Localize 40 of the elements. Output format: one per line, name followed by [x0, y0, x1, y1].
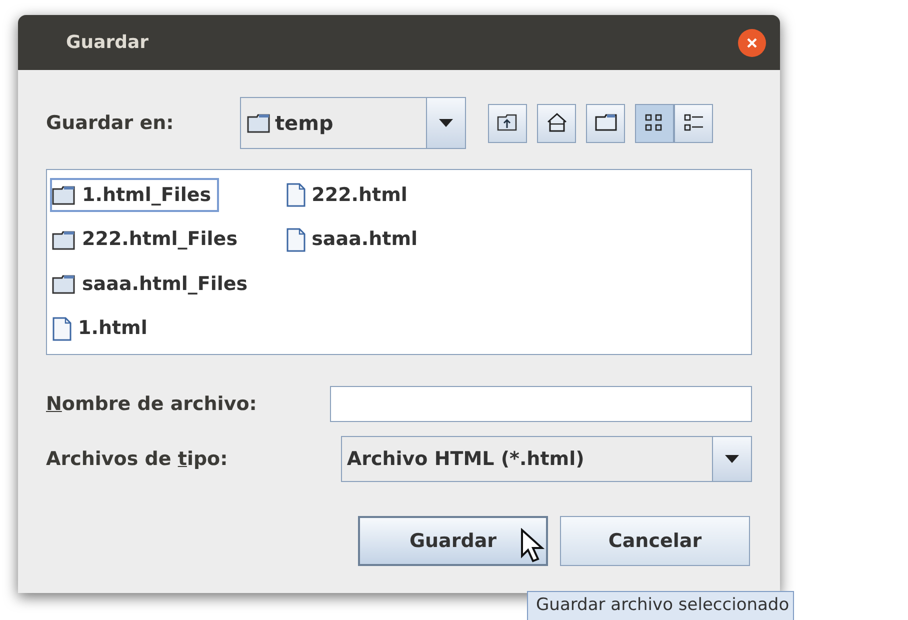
cancel-button[interactable]: Cancelar — [560, 516, 750, 566]
file-name: 222.html — [312, 182, 408, 208]
folder-icon — [52, 274, 76, 294]
save-button[interactable]: Guardar — [358, 516, 548, 566]
file-name: 222.html_Files — [82, 227, 238, 252]
look-in-label: Guardar en: — [46, 110, 175, 136]
file-name: saaa.html_Files — [82, 272, 248, 297]
close-button[interactable] — [738, 28, 766, 56]
file-item[interactable]: saaa.html — [284, 218, 426, 262]
home-button[interactable] — [537, 104, 576, 142]
file-name: 1.html — [78, 316, 148, 342]
list-view-button[interactable] — [635, 104, 674, 142]
file-name: 1.html_Files — [82, 182, 212, 208]
close-icon — [746, 36, 758, 48]
file-icon — [286, 228, 306, 252]
filename-field[interactable] — [330, 386, 752, 422]
filename-label: Nombre de archivo: — [46, 392, 258, 417]
up-folder-button[interactable] — [488, 104, 527, 142]
home-icon — [544, 111, 568, 135]
folder-name: temp — [275, 110, 334, 137]
new-folder-button[interactable] — [586, 104, 625, 142]
file-icon — [286, 183, 306, 207]
folder-dropdown[interactable]: temp — [240, 97, 466, 149]
folder-icon — [52, 185, 76, 205]
mouse-pointer-icon — [520, 528, 546, 564]
file-item[interactable]: 1.html — [50, 306, 256, 350]
dropdown-arrow-icon — [438, 118, 454, 128]
folder-item[interactable]: 222.html_Files — [50, 218, 256, 262]
window-title: Guardar — [66, 31, 149, 55]
file-item[interactable]: 222.html — [284, 173, 426, 217]
file-icon — [52, 316, 72, 340]
dropdown-arrow-icon — [724, 454, 740, 464]
file-type-label: Archivos de tipo: — [46, 446, 229, 472]
details-view-button[interactable] — [674, 104, 713, 142]
folder-icon — [52, 230, 76, 250]
file-name: saaa.html — [312, 227, 418, 252]
folder-icon — [247, 113, 271, 133]
tooltip: Guardar archivo seleccionado — [527, 591, 794, 620]
file-type-dropdown[interactable]: Archivo HTML (*.html) — [340, 436, 752, 482]
folder-item[interactable]: saaa.html_Files — [50, 262, 256, 306]
